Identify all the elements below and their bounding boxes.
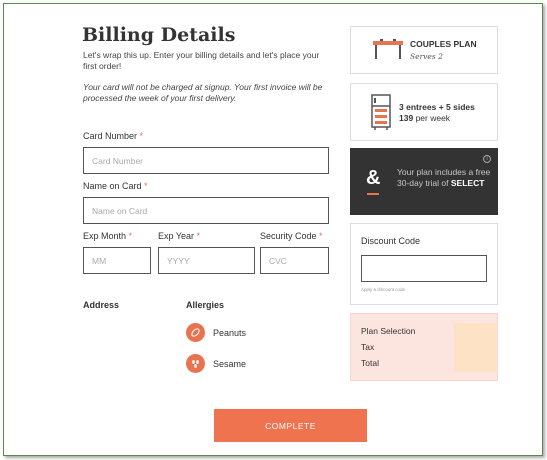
plan-card: COUPLES PLAN Serves 2 xyxy=(350,26,498,74)
complete-button[interactable]: COMPLETE xyxy=(214,409,367,442)
card-number-placeholder: Card Number xyxy=(92,155,144,166)
charge-note: Your card will not be charged at signup.… xyxy=(83,82,323,103)
ampersand-logo: & xyxy=(366,167,381,189)
exp-year-input[interactable]: YYYY xyxy=(158,247,255,274)
name-on-card-label: Name on Card * xyxy=(83,181,148,191)
discount-title: Discount Code xyxy=(361,236,421,246)
allergy-item-sesame[interactable]: Sesame xyxy=(186,354,246,373)
discount-code-input[interactable] xyxy=(361,255,487,282)
meals-card: 3 entrees + 5 sides 139 per week xyxy=(350,83,498,141)
summary-values-box xyxy=(454,323,496,372)
sesame-icon xyxy=(186,354,205,373)
plan-name: COUPLES PLAN xyxy=(410,39,477,49)
allergy-label: Sesame xyxy=(213,358,247,369)
meals-summary: 3 entrees + 5 sides 139 per week xyxy=(399,102,475,123)
info-icon[interactable]: i xyxy=(483,155,491,163)
plan-serves: Serves 2 xyxy=(410,52,443,61)
exp-month-label: Exp Month * xyxy=(83,231,133,241)
select-promo-card: i & Your plan includes a free 30-day tri… xyxy=(350,148,498,215)
allergies-label: Allergies xyxy=(186,300,225,310)
checkout-page: Billing Details Let's wrap this up. Ente… xyxy=(3,3,543,456)
address-label: Address xyxy=(83,300,120,310)
allergy-label: Peanuts xyxy=(213,327,247,338)
intro-text: Let's wrap this up. Enter your billing d… xyxy=(83,50,320,71)
discount-card: Discount Code Apply a discount code xyxy=(350,223,498,305)
security-code-input[interactable]: CVC xyxy=(260,247,329,274)
exp-year-label: Exp Year * xyxy=(158,231,201,241)
name-on-card-input[interactable]: Name on Card xyxy=(83,197,329,224)
table-icon xyxy=(373,39,403,66)
summary-total: Total xyxy=(361,358,379,368)
exp-month-input[interactable]: MM xyxy=(83,247,151,274)
logo-underline xyxy=(367,193,379,195)
summary-plan-selection: Plan Selection xyxy=(361,326,416,336)
card-number-input[interactable]: Card Number xyxy=(83,147,329,174)
card-number-label: Card Number * xyxy=(83,131,144,141)
fridge-icon xyxy=(371,94,391,135)
exp-year-placeholder: YYYY xyxy=(167,255,190,266)
security-code-placeholder: CVC xyxy=(269,255,287,266)
name-on-card-placeholder: Name on Card xyxy=(92,205,148,216)
allergy-item-peanuts[interactable]: Peanuts xyxy=(186,323,246,342)
summary-tax: Tax xyxy=(361,342,375,352)
order-summary-card: Plan Selection Tax Total xyxy=(350,313,498,381)
security-code-label: Security Code * xyxy=(260,231,323,241)
page-title: Billing Details xyxy=(82,24,236,46)
peanut-icon xyxy=(186,323,205,342)
exp-month-placeholder: MM xyxy=(92,255,107,266)
select-promo-text: Your plan includes a free 30-day trial o… xyxy=(397,167,491,188)
discount-hint: Apply a discount code xyxy=(361,287,406,292)
